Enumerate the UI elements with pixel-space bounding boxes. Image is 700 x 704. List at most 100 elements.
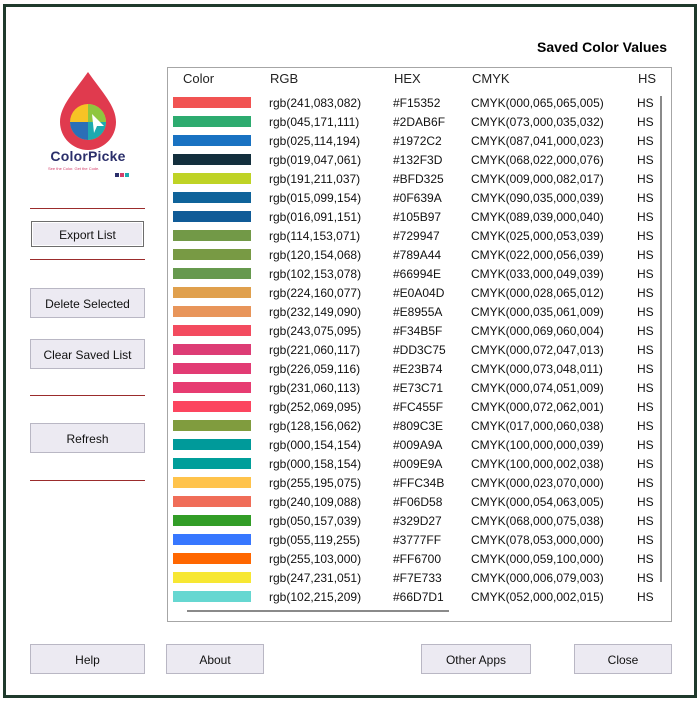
cell-rgb: rgb(221,060,117)	[269, 343, 361, 357]
cell-hsl: HS	[637, 457, 654, 471]
cell-cmyk: CMYK(000,073,048,011)	[471, 362, 603, 376]
cell-hsl: HS	[637, 476, 654, 490]
table-row[interactable]: rgb(226,059,116) #E23B74 CMYK(000,073,048,…	[168, 361, 671, 380]
cell-hsl: HS	[637, 514, 654, 528]
separator	[30, 208, 145, 209]
color-swatch	[173, 154, 251, 165]
table-row[interactable]: rgb(224,160,077) #E0A04D CMYK(000,028,065,…	[168, 285, 671, 304]
cell-cmyk: CMYK(000,072,062,001)	[471, 400, 604, 414]
cell-hsl: HS	[637, 172, 654, 186]
table-row[interactable]: rgb(221,060,117) #DD3C75 CMYK(000,072,047,…	[168, 342, 671, 361]
color-swatch	[173, 173, 251, 184]
cell-hsl: HS	[637, 286, 654, 300]
horizontal-scrollbar[interactable]	[168, 604, 671, 620]
cell-hex: #F7E733	[393, 571, 442, 585]
color-swatch	[173, 325, 251, 336]
cell-cmyk: CMYK(000,035,061,009)	[471, 305, 604, 319]
table-row[interactable]: rgb(128,156,062) #809C3E CMYK(017,000,060,…	[168, 418, 671, 437]
column-header-rgb[interactable]: RGB	[270, 71, 298, 86]
cell-hex: #729947	[393, 229, 440, 243]
table-row[interactable]: rgb(000,154,154) #009A9A CMYK(100,000,000,…	[168, 437, 671, 456]
table-row[interactable]: rgb(000,158,154) #009E9A CMYK(100,000,002,…	[168, 456, 671, 475]
table-row[interactable]: rgb(102,215,209) #66D7D1 CMYK(052,000,002,…	[168, 589, 671, 604]
table-row[interactable]: rgb(102,153,078) #66994E CMYK(033,000,049,…	[168, 266, 671, 285]
cell-cmyk: CMYK(000,006,079,003)	[471, 571, 604, 585]
cell-hex: #3777FF	[393, 533, 442, 547]
table-row[interactable]: rgb(025,114,194) #1972C2 CMYK(087,041,000,…	[168, 133, 671, 152]
saved-colors-list[interactable]: Color RGB HEX CMYK HS rgb(241,083,082) #F…	[167, 67, 672, 622]
clear-saved-list-button[interactable]: Clear Saved List	[30, 339, 145, 369]
column-header-hex[interactable]: HEX	[394, 71, 421, 86]
delete-selected-button[interactable]: Delete Selected	[30, 288, 145, 318]
table-row[interactable]: rgb(045,171,111) #2DAB6F CMYK(073,000,035,…	[168, 114, 671, 133]
cell-cmyk: CMYK(022,000,056,039)	[471, 248, 604, 262]
cell-hex: #FC455F	[393, 400, 444, 414]
close-button[interactable]: Close	[574, 644, 672, 674]
color-swatch	[173, 192, 251, 203]
table-row[interactable]: rgb(247,231,051) #F7E733 CMYK(000,006,079,…	[168, 570, 671, 589]
color-swatch	[173, 534, 251, 545]
table-row[interactable]: rgb(240,109,088) #F06D58 CMYK(000,054,063,…	[168, 494, 671, 513]
vertical-scrollbar[interactable]	[657, 96, 667, 582]
cell-hsl: HS	[637, 381, 654, 395]
help-button[interactable]: Help	[30, 644, 145, 674]
cell-hex: #009A9A	[393, 438, 443, 452]
table-row[interactable]: rgb(231,060,113) #E73C71 CMYK(000,074,051,…	[168, 380, 671, 399]
vertical-scrollbar-thumb[interactable]	[660, 96, 662, 582]
logo-dot	[115, 173, 119, 177]
cell-hsl: HS	[637, 115, 654, 129]
color-swatch	[173, 420, 251, 431]
table-row[interactable]: rgb(055,119,255) #3777FF CMYK(078,053,000,…	[168, 532, 671, 551]
table-row[interactable]: rgb(232,149,090) #E8955A CMYK(000,035,061,…	[168, 304, 671, 323]
table-row[interactable]: rgb(114,153,071) #729947 CMYK(025,000,053,…	[168, 228, 671, 247]
table-row[interactable]: rgb(252,069,095) #FC455F CMYK(000,072,062,…	[168, 399, 671, 418]
color-swatch	[173, 230, 251, 241]
cell-rgb: rgb(055,119,255)	[269, 533, 361, 547]
color-swatch	[173, 591, 251, 602]
cell-rgb: rgb(025,114,194)	[269, 134, 361, 148]
cell-hsl: HS	[637, 96, 654, 110]
column-header-cmyk[interactable]: CMYK	[472, 71, 510, 86]
column-header-color[interactable]: Color	[183, 71, 214, 86]
cell-hex: #329D27	[393, 514, 442, 528]
table-row[interactable]: rgb(241,083,082) #F15352 CMYK(000,065,065,…	[168, 95, 671, 114]
cell-hsl: HS	[637, 248, 654, 262]
horizontal-scrollbar-thumb[interactable]	[187, 610, 449, 612]
cell-rgb: rgb(114,153,071)	[269, 229, 361, 243]
export-list-button[interactable]: Export List	[31, 221, 144, 247]
cell-rgb: rgb(224,160,077)	[269, 286, 362, 300]
cell-hsl: HS	[637, 210, 654, 224]
cell-hex: #E8955A	[393, 305, 443, 319]
cell-cmyk: CMYK(100,000,000,039)	[471, 438, 604, 452]
table-row[interactable]: rgb(255,195,075) #FFC34B CMYK(000,023,070,…	[168, 475, 671, 494]
other-apps-button[interactable]: Other Apps	[421, 644, 531, 674]
color-swatch	[173, 363, 251, 374]
color-swatch	[173, 382, 251, 393]
table-row[interactable]: rgb(255,103,000) #FF6700 CMYK(000,059,100,…	[168, 551, 671, 570]
cell-hsl: HS	[637, 571, 654, 585]
cell-hex: #2DAB6F	[393, 115, 446, 129]
cell-hex: #BFD325	[393, 172, 444, 186]
color-swatch	[173, 249, 251, 260]
table-row[interactable]: rgb(050,157,039) #329D27 CMYK(068,000,075,…	[168, 513, 671, 532]
cell-cmyk: CMYK(068,000,075,038)	[471, 514, 604, 528]
about-button[interactable]: About	[166, 644, 264, 674]
table-row[interactable]: rgb(191,211,037) #BFD325 CMYK(009,000,082,…	[168, 171, 671, 190]
refresh-button[interactable]: Refresh	[30, 423, 145, 453]
cell-hex: #FFC34B	[393, 476, 445, 490]
cell-rgb: rgb(255,103,000)	[269, 552, 362, 566]
cell-rgb: rgb(102,215,209)	[269, 590, 362, 604]
table-row[interactable]: rgb(243,075,095) #F34B5F CMYK(000,069,060,…	[168, 323, 671, 342]
table-row[interactable]: rgb(015,099,154) #0F639A CMYK(090,035,000,…	[168, 190, 671, 209]
cell-hex: #132F3D	[393, 153, 443, 167]
table-row[interactable]: rgb(019,047,061) #132F3D CMYK(068,022,000,…	[168, 152, 671, 171]
cell-cmyk: CMYK(025,000,053,039)	[471, 229, 604, 243]
cell-rgb: rgb(015,099,154)	[269, 191, 362, 205]
color-swatch	[173, 116, 251, 127]
table-row[interactable]: rgb(120,154,068) #789A44 CMYK(022,000,056,…	[168, 247, 671, 266]
table-row[interactable]: rgb(016,091,151) #105B97 CMYK(089,039,000,…	[168, 209, 671, 228]
column-header-hsl[interactable]: HS	[638, 71, 656, 86]
cell-hsl: HS	[637, 153, 654, 167]
page-title: Saved Color Values	[537, 39, 667, 55]
logo-dots	[114, 166, 129, 180]
